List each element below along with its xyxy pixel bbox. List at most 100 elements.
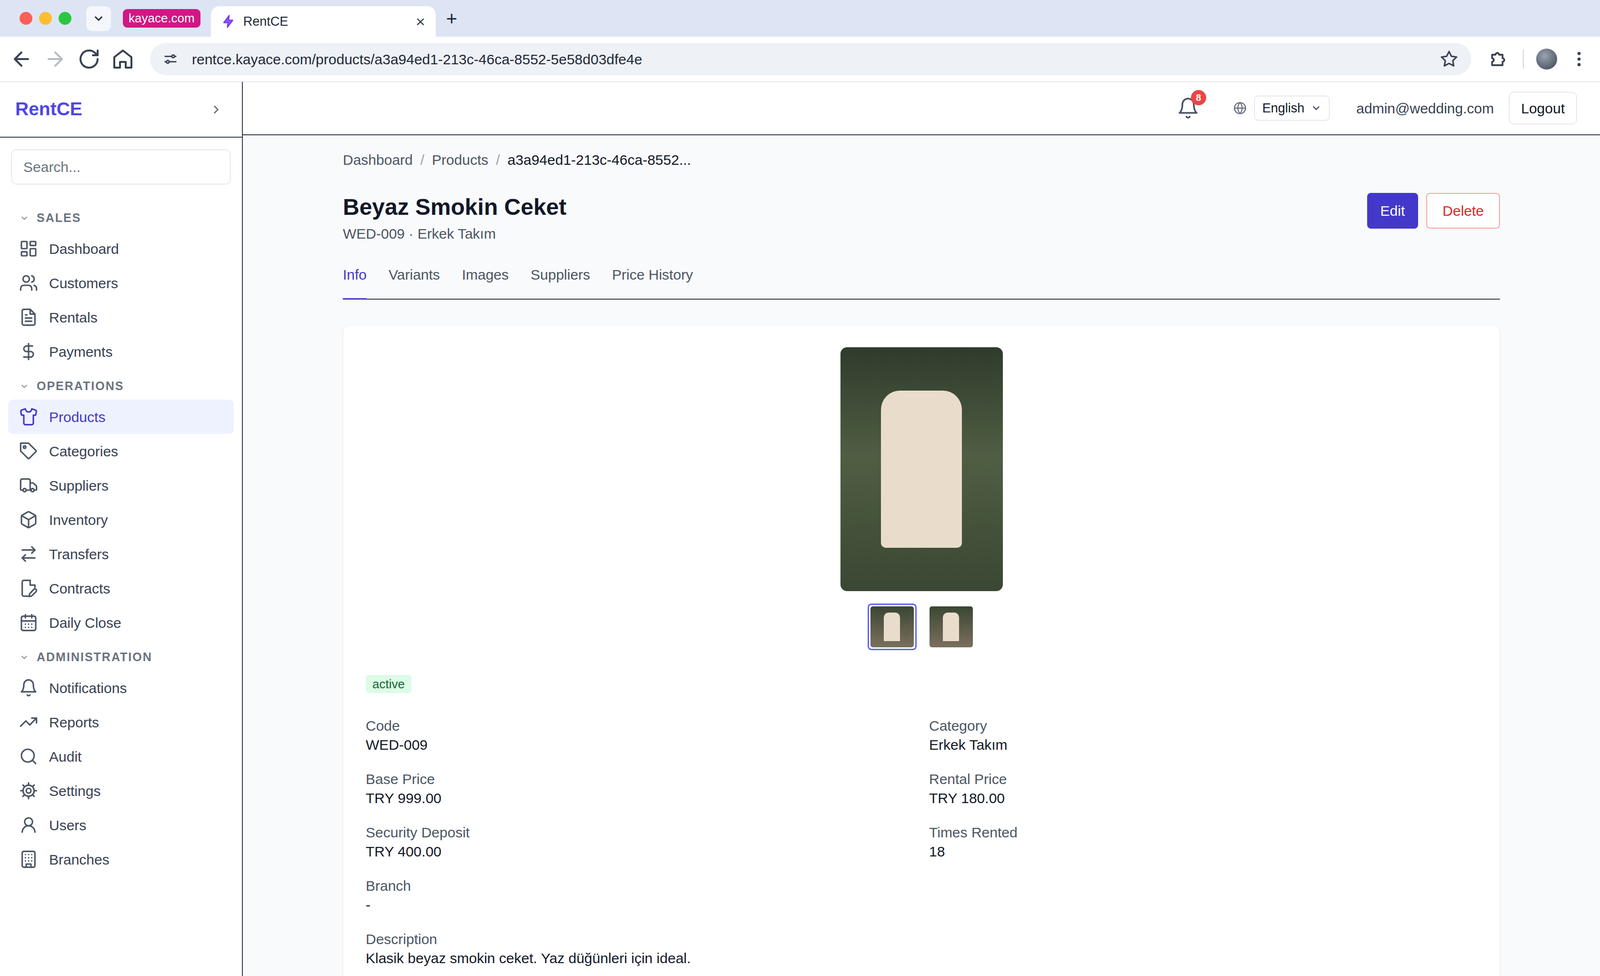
logout-button[interactable]: Logout xyxy=(1509,91,1577,125)
sidebar-item-label[interactable]: Categories xyxy=(49,440,119,462)
sidebar-item[interactable]: Notifications xyxy=(8,670,234,705)
thumbnail[interactable] xyxy=(867,603,917,650)
section-chevron-icon[interactable] xyxy=(19,381,30,391)
url-text[interactable]: rentce.kayace.com/products/a3a94ed1-213c… xyxy=(191,48,1440,70)
dollar-icon[interactable] xyxy=(19,341,39,361)
sidebar-section-header[interactable]: OPERATIONS xyxy=(8,374,234,399)
product-tab[interactable]: Suppliers xyxy=(530,265,590,300)
sidebar-item[interactable]: Audit xyxy=(8,739,234,774)
sidebar-search[interactable] xyxy=(11,149,231,185)
sidebar-item-label[interactable]: Settings xyxy=(49,780,101,802)
forward-arrow-icon[interactable] xyxy=(43,47,67,71)
select-chevron-icon[interactable] xyxy=(1310,102,1322,114)
magnifier-icon[interactable] xyxy=(19,746,39,766)
language-select[interactable]: English xyxy=(1254,95,1330,121)
sidebar-section-header[interactable]: SALES xyxy=(8,206,234,230)
notifications-button[interactable]: 8 xyxy=(1176,96,1200,120)
breadcrumb-item[interactable]: Products xyxy=(431,151,489,169)
tab-search-chevron-icon[interactable] xyxy=(86,6,111,31)
product-tab[interactable]: Variants xyxy=(388,265,440,300)
sidebar-item[interactable]: Daily Close xyxy=(8,605,234,640)
sidebar-item-label[interactable]: Users xyxy=(49,814,87,836)
new-tab-button[interactable]: + xyxy=(446,9,458,29)
arrows-swap-icon[interactable] xyxy=(19,544,39,564)
sidebar-item[interactable]: Products xyxy=(8,399,234,434)
address-field[interactable]: rentce.kayace.com/products/a3a94ed1-213c… xyxy=(150,42,1472,76)
sidebar-item-label[interactable]: Dashboard xyxy=(49,238,120,260)
product-tab[interactable]: Info xyxy=(342,265,367,300)
tab-close-button[interactable]: × xyxy=(415,13,426,30)
back-arrow-icon[interactable] xyxy=(10,47,33,71)
tag-icon[interactable] xyxy=(19,441,39,461)
breadcrumb-item[interactable]: Dashboard xyxy=(342,151,413,169)
sidebar-item[interactable]: Branches xyxy=(8,841,234,877)
logo[interactable]: RentCE xyxy=(15,95,83,124)
sidebar-section-title[interactable]: OPERATIONS xyxy=(36,377,124,396)
sidebar-item[interactable]: Transfers xyxy=(8,536,234,571)
profile-avatar-icon[interactable] xyxy=(1536,48,1558,70)
building-icon[interactable] xyxy=(19,849,39,869)
maximize-window-icon[interactable] xyxy=(58,11,72,25)
sidebar-item[interactable]: Dashboard xyxy=(8,231,234,266)
trending-up-icon[interactable] xyxy=(19,712,39,732)
sidebar-item-label[interactable]: Inventory xyxy=(49,509,108,531)
sidebar-item-label[interactable]: Reports xyxy=(49,711,100,733)
sidebar-item[interactable]: Payments xyxy=(8,334,234,369)
shirt-icon[interactable] xyxy=(19,407,39,427)
box-icon[interactable] xyxy=(19,510,39,530)
sidebar-item-label[interactable]: Transfers xyxy=(49,543,110,565)
sidebar-item-label[interactable]: Contracts xyxy=(49,577,110,600)
calendar-icon[interactable] xyxy=(19,612,39,632)
sidebar-item[interactable]: Reports xyxy=(8,704,234,740)
browser-menu-icon[interactable] xyxy=(1569,49,1589,69)
sidebar-item-label[interactable]: Branches xyxy=(49,848,110,870)
extensions-puzzle-icon[interactable] xyxy=(1488,48,1510,70)
section-chevron-icon[interactable] xyxy=(19,213,30,223)
sidebar-item-label[interactable]: Products xyxy=(49,406,106,428)
users-icon[interactable] xyxy=(19,273,39,293)
user-icon[interactable] xyxy=(19,815,39,835)
bookmark-star-icon[interactable] xyxy=(1440,50,1459,69)
sidebar-item[interactable]: Customers xyxy=(8,265,234,300)
edit-button[interactable]: Edit xyxy=(1367,192,1419,229)
collapse-chevron-icon[interactable] xyxy=(209,102,223,117)
truck-icon[interactable] xyxy=(19,475,39,495)
sidebar-item-label[interactable]: Suppliers xyxy=(49,474,109,497)
sidebar-item-label[interactable]: Payments xyxy=(49,340,113,363)
sidebar-item-label[interactable]: Daily Close xyxy=(49,611,122,634)
sidebar-item[interactable]: Categories xyxy=(8,433,234,469)
sidebar-item[interactable]: Contracts xyxy=(8,570,234,606)
sidebar-item[interactable]: Users xyxy=(8,807,234,842)
sidebar-section-title[interactable]: ADMINISTRATION xyxy=(36,648,153,667)
close-window-icon[interactable] xyxy=(19,11,33,25)
site-info-icon[interactable] xyxy=(162,50,179,68)
sidebar-item-label[interactable]: Notifications xyxy=(49,677,127,699)
browser-tab[interactable]: RentCE × xyxy=(210,6,436,37)
product-photo[interactable] xyxy=(840,347,1003,591)
home-icon[interactable] xyxy=(111,47,135,71)
reload-icon[interactable] xyxy=(77,47,101,71)
sidebar-item[interactable]: Rentals xyxy=(8,300,234,335)
sidebar-item[interactable]: Settings xyxy=(8,773,234,808)
gear-icon[interactable] xyxy=(19,780,39,800)
sidebar-item-label[interactable]: Rentals xyxy=(49,306,98,329)
thumbnail[interactable] xyxy=(926,603,976,650)
section-chevron-icon[interactable] xyxy=(19,652,30,662)
language-value[interactable]: English xyxy=(1262,98,1305,119)
sidebar-section-header[interactable]: ADMINISTRATION xyxy=(8,645,234,670)
tab-group-label[interactable]: kayace.com xyxy=(122,9,201,28)
bell-icon[interactable] xyxy=(19,678,39,698)
delete-button[interactable]: Delete xyxy=(1426,192,1500,229)
sidebar-item[interactable]: Suppliers xyxy=(8,468,234,503)
file-signature-icon[interactable] xyxy=(19,578,39,598)
minimize-window-icon[interactable] xyxy=(39,11,52,25)
sidebar-item[interactable]: Inventory xyxy=(8,502,234,537)
sidebar-item-label[interactable]: Customers xyxy=(49,272,119,294)
tab-title[interactable]: RentCE xyxy=(243,11,409,32)
sidebar-item-label[interactable]: Audit xyxy=(49,745,82,768)
product-tab[interactable]: Images xyxy=(461,265,509,300)
sidebar-section-title[interactable]: SALES xyxy=(36,209,81,228)
dashboard-grid-icon[interactable] xyxy=(19,239,39,259)
product-tab[interactable]: Price History xyxy=(611,265,693,300)
document-icon[interactable] xyxy=(19,307,39,327)
